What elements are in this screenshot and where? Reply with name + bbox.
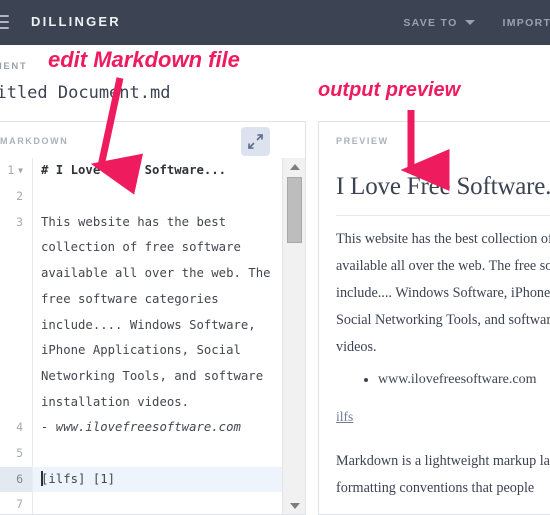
save-to-label: SAVE TO xyxy=(403,16,458,29)
preview-panel-header: PREVIEW xyxy=(319,122,550,158)
markdown-panel-label: MARKDOWN xyxy=(0,136,69,146)
hamburger-menu-icon[interactable] xyxy=(0,15,9,29)
preview-panel-label: PREVIEW xyxy=(336,136,389,146)
top-navbar: DILLINGER SAVE TO IMPORT FR xyxy=(0,0,550,45)
preview-heading-rule xyxy=(336,215,550,216)
editor-line-text xyxy=(32,492,282,514)
chevron-down-icon xyxy=(464,20,475,25)
expand-arrows-icon[interactable] xyxy=(241,127,270,156)
document-section-label: CUMENT xyxy=(0,61,28,72)
editor-line[interactable]: 3 This website has the best collection of… xyxy=(0,209,282,416)
markdown-editor-textarea[interactable]: 1 ▼ # I Love Free Software... 2 3 This websi… xyxy=(0,158,282,514)
preview-paragraph-1: This website has the best collection of … xyxy=(336,231,550,355)
annotation-output-preview: output preview xyxy=(316,77,462,103)
expand-arrows-glyph xyxy=(248,134,263,149)
line-number: 6 xyxy=(0,466,32,493)
markdown-panel-header: MARKDOWN xyxy=(0,122,305,158)
hamburger-bar xyxy=(0,27,9,29)
html-preview-panel: PREVIEW I Love Free Software... This web… xyxy=(318,121,550,515)
hamburger-bar xyxy=(0,21,9,23)
line-number: 1 ▼ xyxy=(0,158,32,184)
editor-line-text: - www.ilovefreesoftware.com xyxy=(32,415,282,442)
line-number: 5 xyxy=(16,446,23,461)
navbar-actions: SAVE TO IMPORT FR xyxy=(403,0,550,45)
editor-line-text: This website has the best collection of … xyxy=(32,209,282,416)
scroll-down-arrow-icon[interactable] xyxy=(283,497,306,514)
scrollbar-thumb[interactable] xyxy=(287,177,302,243)
line-number: 7 xyxy=(16,497,23,512)
dillinger-app-window: DILLINGER SAVE TO IMPORT FR CUMENT ntitl… xyxy=(0,0,550,515)
app-brand-logo[interactable]: DILLINGER xyxy=(31,14,121,29)
editor-line[interactable]: 5 xyxy=(0,441,282,467)
scroll-up-arrow-icon[interactable] xyxy=(283,158,306,175)
line-number: 2 xyxy=(16,189,23,203)
list-item: www.ilovefreesoftware.com xyxy=(378,367,550,393)
save-to-menu[interactable]: SAVE TO xyxy=(403,16,475,29)
import-from-menu[interactable]: IMPORT FR xyxy=(503,17,550,29)
editor-line-text: # I Love Free Software... xyxy=(32,158,282,184)
editor-line[interactable]: 6 [ilfs] [1] xyxy=(0,466,282,493)
line-number: 3 xyxy=(16,214,23,229)
annotation-edit-markdown-file: edit Markdown file xyxy=(46,45,242,74)
fold-triangle-icon[interactable]: ▼ xyxy=(18,158,23,184)
preview-paragraph-2: Markdown is a lightweight markup languag… xyxy=(336,453,550,496)
editor-line-text xyxy=(32,441,282,467)
editor-line[interactable]: 1 ▼ # I Love Free Software... xyxy=(0,158,282,184)
preview-link-ilfs[interactable]: ilfs xyxy=(336,409,353,425)
text-cursor xyxy=(41,470,43,486)
editor-line-text: [ilfs] [1] xyxy=(32,466,282,493)
preview-content: I Love Free Software... This website has… xyxy=(319,158,550,514)
editor-vertical-scrollbar[interactable] xyxy=(282,158,305,514)
import-from-label: IMPORT FR xyxy=(502,16,550,29)
line-number: 4 xyxy=(16,420,23,435)
panels-container: MARKDOWN 1 ▼ # I Love Free Software... 2 3T… xyxy=(0,121,550,515)
preview-heading: I Love Free Software... xyxy=(336,173,550,200)
document-title[interactable]: ntitled Document.md xyxy=(0,83,170,103)
editor-line[interactable]: 4 - www.ilovefreesoftware.com xyxy=(0,415,282,442)
hamburger-bar xyxy=(0,15,9,17)
editor-line[interactable]: 2 xyxy=(0,184,282,210)
preview-bullet-list: www.ilovefreesoftware.com xyxy=(336,367,550,393)
editor-line-text xyxy=(32,184,282,210)
editor-line[interactable]: 7 xyxy=(0,492,282,514)
markdown-editor-panel: MARKDOWN 1 ▼ # I Love Free Software... 2 3T… xyxy=(0,121,306,515)
